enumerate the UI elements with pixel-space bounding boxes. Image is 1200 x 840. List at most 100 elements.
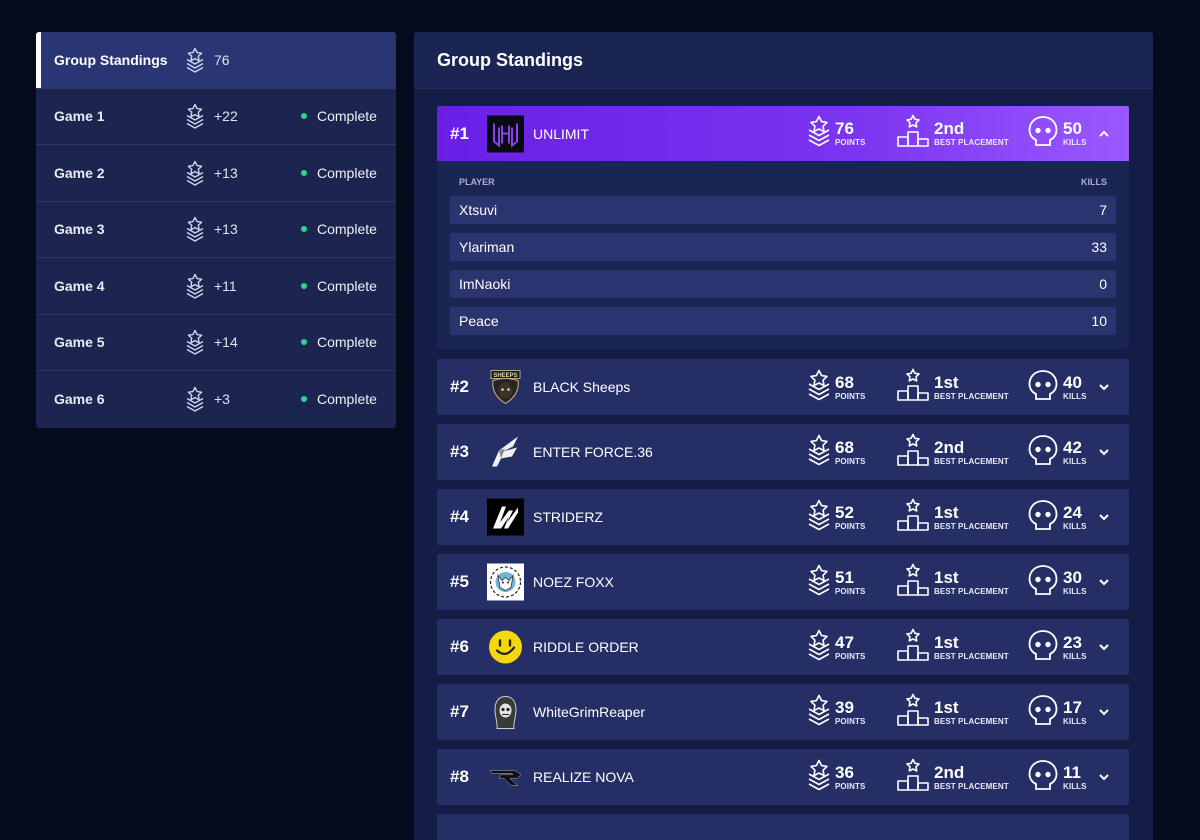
sidebar-item-game-6[interactable]: Game 6 +3 Complete (36, 371, 396, 428)
status-text: Complete (317, 277, 377, 294)
points-value: 36 (835, 762, 854, 782)
points-text: 39 POINTS (835, 699, 865, 726)
player-row: Ylariman 33 (450, 233, 1116, 261)
sidebar-item-label: Game 6 (54, 391, 105, 408)
points-icon (807, 369, 831, 406)
sidebar-item-points: 76 (214, 51, 230, 68)
team-row[interactable]: #4 STRIDERZ 52 POINTS 1st BEST PLACEMENT 24… (437, 489, 1129, 545)
points-stat: 47 POINTS (807, 629, 865, 666)
team-row[interactable]: #3 ENTER FORCE.36 68 POINTS 2nd BEST PLACEM… (437, 424, 1129, 480)
status-text: Complete (317, 334, 377, 351)
podium-icon (896, 498, 930, 537)
points-icon (185, 47, 205, 73)
chevron-down-icon[interactable] (1097, 380, 1111, 394)
player-table-header: PLAYER KILLS (450, 172, 1116, 196)
best-placement-label: BEST PLACEMENT (934, 651, 1009, 661)
player-kills: 0 (1099, 276, 1107, 292)
team-row[interactable]: #7 WhiteGrimReaper 39 POINTS 1st BEST PLACE… (437, 684, 1129, 740)
player-breakdown: PLAYER KILLS Xtsuvi 7 Ylariman 33 ImNaoki 0 Peac… (437, 161, 1129, 349)
black-sheeps-logo: SHEEPS (487, 369, 524, 406)
team-row[interactable]: #6 RIDDLE ORDER 47 POINTS 1st BEST PLACEMEN… (437, 619, 1129, 675)
points-text: 68 POINTS (835, 374, 865, 401)
player-column-header: PLAYER (459, 177, 495, 187)
team-row[interactable]: #1 UNLIMIT 76 POINTS 2nd BEST PLACEMENT 50 K… (437, 106, 1129, 161)
sidebar-item-label: Game 1 (54, 108, 105, 125)
podium-icon (896, 758, 930, 797)
points-stat: 51 POINTS (807, 564, 865, 601)
points-label: POINTS (835, 521, 866, 531)
team-name: NOEZ FOXX (533, 574, 614, 590)
sidebar-item-game-2[interactable]: Game 2 +13 Complete (36, 145, 396, 202)
sidebar-item-game-3[interactable]: Game 3 +13 Complete (36, 202, 396, 258)
chevron-down-icon[interactable] (1097, 445, 1111, 459)
team-name: BLACK Sheeps (533, 379, 631, 395)
best-placement-text: 2nd BEST PLACEMENT (934, 764, 1009, 791)
points-icon (807, 499, 831, 536)
best-placement-label: BEST PLACEMENT (934, 391, 1009, 401)
kills-text: 40 KILLS (1063, 374, 1087, 401)
points-text: 76 POINTS (835, 120, 865, 147)
points-value: 47 (835, 632, 854, 652)
sidebar-item-group-standings[interactable]: Group Standings 76 (36, 32, 396, 89)
riddle-order-logo (487, 629, 524, 666)
sidebar-item-label: Game 2 (54, 164, 105, 181)
points-text: 51 POINTS (835, 569, 865, 596)
kills-label: KILLS (1063, 456, 1087, 466)
podium-icon (896, 114, 930, 153)
chevron-down-icon[interactable] (1097, 770, 1111, 784)
team-row[interactable]: #2 SHEEPS BLACK Sheeps 68 POINTS 1st BEST PL… (437, 359, 1129, 415)
sidebar-item-points: +13 (214, 164, 238, 181)
best-placement-value: 1st (934, 372, 959, 392)
sidebar-item-label: Game 4 (54, 277, 105, 294)
status-indicator: Complete (301, 165, 377, 181)
points-label: POINTS (835, 456, 866, 466)
points-label: POINTS (835, 586, 866, 596)
kills-stat: 30 KILLS (1027, 564, 1087, 601)
status-indicator: Complete (301, 391, 377, 407)
best-placement-stat: 2nd BEST PLACEMENT (896, 114, 1009, 153)
sidebar-item-game-5[interactable]: Game 5 +14 Complete (36, 315, 396, 371)
skull-icon (1027, 115, 1059, 152)
team-row[interactable]: #8 REALIZE NOVA 36 POINTS 2nd BEST PLACEMEN… (437, 749, 1129, 805)
kills-text: 42 KILLS (1063, 439, 1087, 466)
sidebar-item-points: +3 (214, 391, 230, 408)
kills-label: KILLS (1063, 391, 1087, 401)
chevron-down-icon[interactable] (1097, 575, 1111, 589)
team-rank: #4 (450, 507, 469, 526)
skull-icon (1027, 694, 1059, 731)
chevron-down-icon[interactable] (1097, 640, 1111, 654)
kills-stat: 40 KILLS (1027, 369, 1087, 406)
kills-text: 11 KILLS (1063, 764, 1087, 791)
chevron-up-icon[interactable] (1097, 127, 1111, 141)
team-rank: #7 (450, 702, 469, 721)
points-stat: 39 POINTS (807, 694, 865, 731)
chevron-down-icon[interactable] (1097, 705, 1111, 719)
player-row: ImNaoki 0 (450, 270, 1116, 298)
kills-column-header: KILLS (1081, 177, 1107, 187)
status-indicator: Complete (301, 278, 377, 294)
best-placement-stat: 2nd BEST PLACEMENT (896, 433, 1009, 472)
best-placement-text: 1st BEST PLACEMENT (934, 504, 1009, 531)
kills-value: 30 (1063, 567, 1082, 587)
podium-icon (896, 693, 930, 732)
sidebar-item-points: +14 (214, 334, 238, 351)
chevron-down-icon[interactable] (1097, 510, 1111, 524)
team-row-partial[interactable] (437, 814, 1129, 840)
points-value: 76 (835, 119, 854, 138)
points-stat: 36 POINTS (807, 759, 865, 796)
kills-stat: 11 KILLS (1027, 759, 1087, 796)
best-placement-text: 1st BEST PLACEMENT (934, 634, 1009, 661)
enter-force-logo (487, 434, 524, 471)
best-placement-value: 1st (934, 697, 959, 717)
points-stat: 52 POINTS (807, 499, 865, 536)
standings-panel: Group Standings #1 UNLIMIT 76 POINTS 2nd BE… (414, 32, 1153, 840)
team-row[interactable]: #5 NOEZ FOXX 51 POINTS 1st BEST PLACEMENT 3… (437, 554, 1129, 610)
skull-icon (1027, 759, 1059, 796)
points-text: 68 POINTS (835, 439, 865, 466)
best-placement-value: 1st (934, 502, 959, 522)
sidebar-item-game-1[interactable]: Game 1 +22 Complete (36, 89, 396, 145)
sidebar-item-game-4[interactable]: Game 4 +11 Complete (36, 258, 396, 315)
striderz-logo (487, 498, 524, 536)
points-stat: 68 POINTS (807, 434, 865, 471)
podium-icon (896, 433, 930, 472)
